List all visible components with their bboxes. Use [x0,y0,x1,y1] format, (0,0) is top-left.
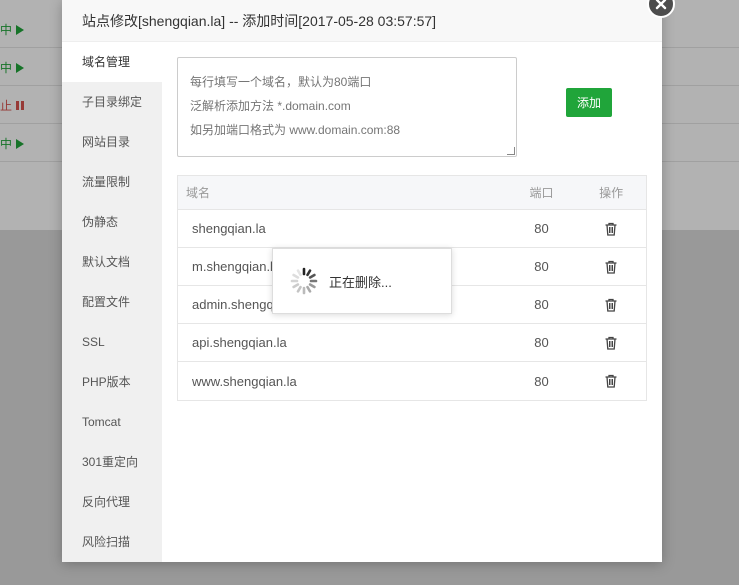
table-row: www.shengqian.la 80 [178,362,646,400]
sidebar-item-domain[interactable]: 域名管理 [62,42,162,82]
sidebar-item-reverse-proxy[interactable]: 反向代理 [62,482,162,522]
sidebar-item-subdir-bind[interactable]: 子目录绑定 [62,82,162,122]
domain-name: www.shengqian.la [192,373,297,389]
table-header: 域名 端口 操作 [178,176,646,210]
sidebar-item-site-dir[interactable]: 网站目录 [62,122,162,162]
delete-domain-button[interactable] [576,374,646,388]
domain-port: 80 [534,335,549,350]
domain-port: 80 [534,221,549,236]
sidebar-item-rewrite[interactable]: 伪静态 [62,202,162,242]
sidebar-item-config-file[interactable]: 配置文件 [62,282,162,322]
column-header-domain: 域名 [186,186,211,200]
sidebar-item-tomcat[interactable]: Tomcat [62,402,162,442]
domain-name: shengqian.la [192,221,266,236]
sidebar-item-php-version[interactable]: PHP版本 [62,362,162,402]
delete-domain-button[interactable] [576,298,646,312]
sidebar-item-ssl[interactable]: SSL [62,322,162,362]
sidebar-item-traffic-limit[interactable]: 流量限制 [62,162,162,202]
table-row: shengqian.la 80 [178,210,646,248]
sidebar-item-redirect[interactable]: 301重定向 [62,442,162,482]
trash-icon [605,260,617,274]
trash-icon [605,336,617,350]
settings-sidebar: 域名管理 子目录绑定 网站目录 流量限制 伪静态 默认文档 配置文件 SSL P… [62,42,162,562]
modal-header: 站点修改[shengqian.la] -- 添加时间[2017-05-28 03… [62,0,662,42]
domain-input[interactable] [177,57,517,157]
deleting-loading-toast: 正在删除... [272,248,452,314]
column-header-port: 端口 [529,186,554,200]
close-icon [655,0,667,10]
resize-handle-icon[interactable] [507,147,515,155]
domain-port: 80 [534,259,549,274]
trash-icon [605,374,617,388]
add-domain-button[interactable]: 添加 [566,88,612,117]
loading-spinner-icon [290,267,318,295]
domain-port: 80 [534,297,549,312]
domain-name: api.shengqian.la [192,335,287,350]
domain-port: 80 [534,373,549,389]
sidebar-item-risk-scan[interactable]: 风险扫描 [62,522,162,562]
trash-icon [605,298,617,312]
loading-text: 正在删除... [329,274,392,290]
table-row: api.shengqian.la 80 [178,324,646,362]
delete-domain-button[interactable] [576,336,646,350]
delete-domain-button[interactable] [576,260,646,274]
sidebar-item-default-doc[interactable]: 默认文档 [62,242,162,282]
delete-domain-button[interactable] [576,222,646,236]
trash-icon [605,222,617,236]
modal-title: 站点修改[shengqian.la] -- 添加时间[2017-05-28 03… [82,12,437,29]
column-header-actions: 操作 [599,186,624,200]
